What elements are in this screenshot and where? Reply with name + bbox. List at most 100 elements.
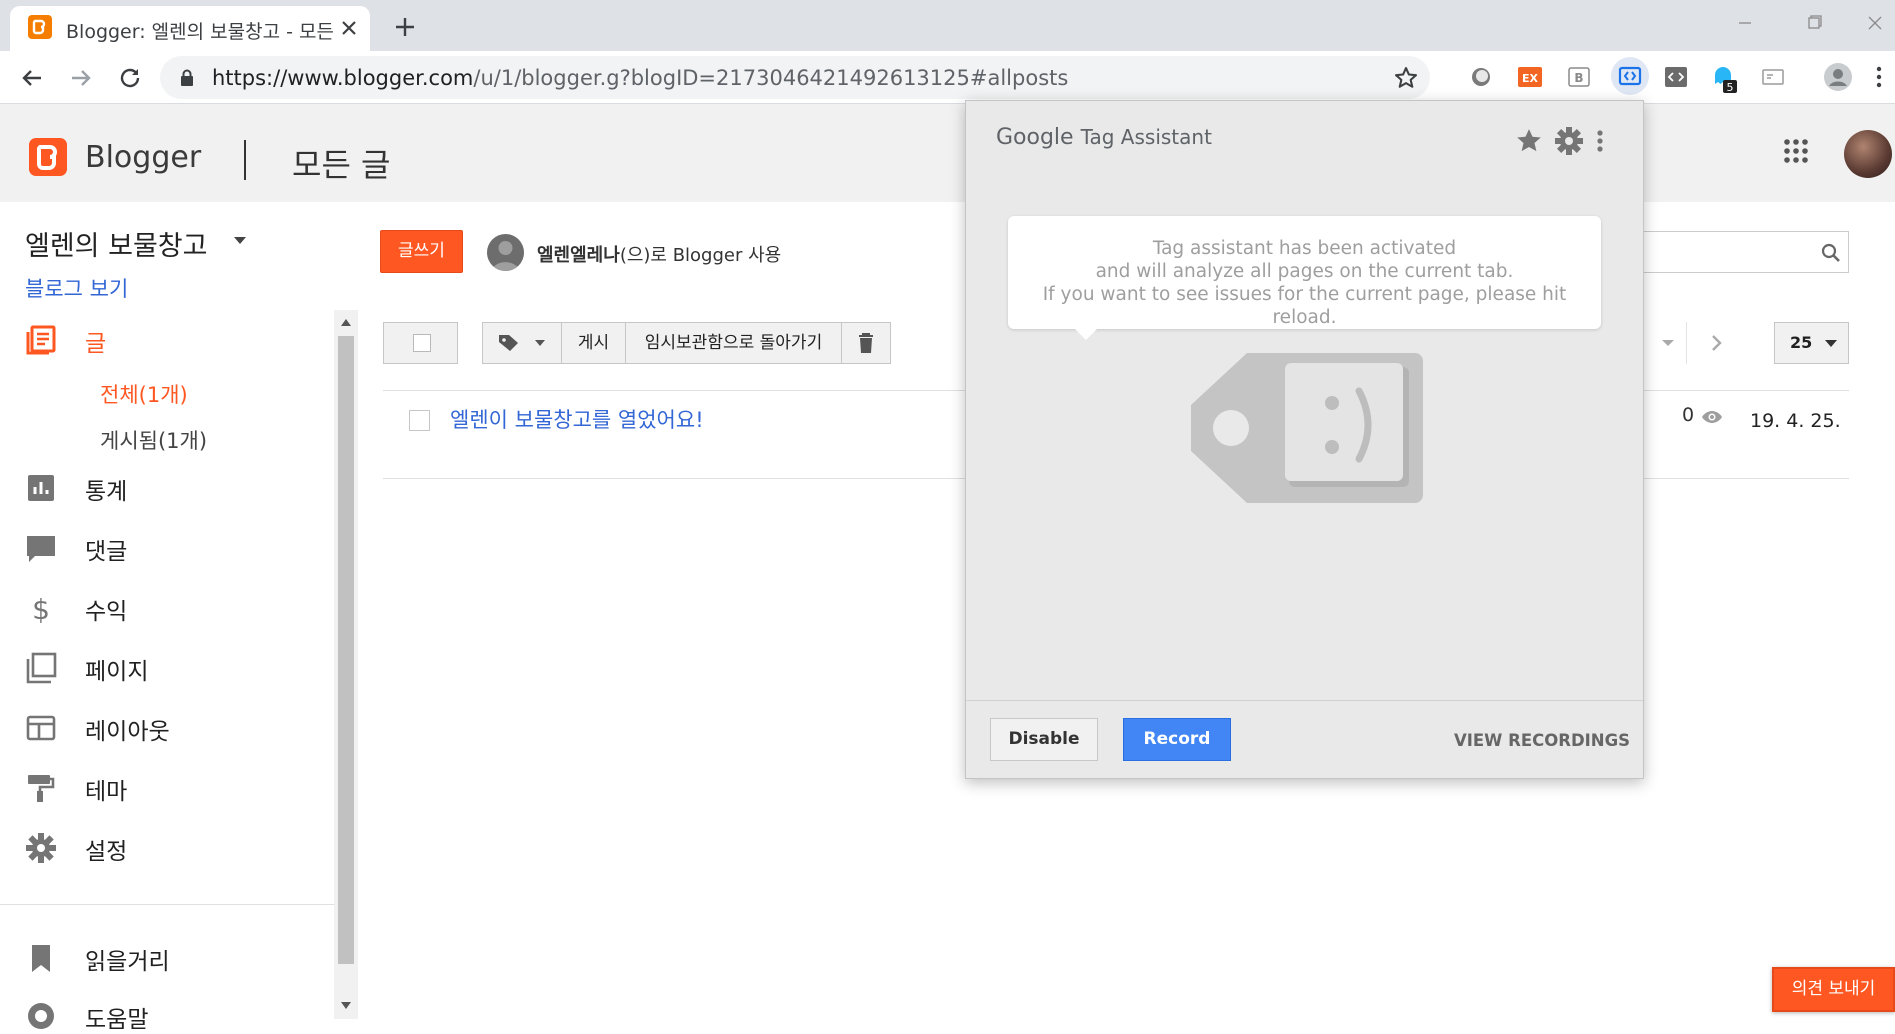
help-icon <box>25 1000 57 1032</box>
settings-gear-icon[interactable] <box>1553 125 1585 157</box>
sidebar-item-label: 테마 <box>85 779 128 805</box>
sidebar-scrollbar[interactable] <box>334 310 358 1019</box>
tab-close-icon[interactable] <box>337 16 361 40</box>
posts-per-page-select[interactable]: 25 <box>1774 322 1849 364</box>
svg-text:$: $ <box>32 593 50 624</box>
scroll-up-icon[interactable] <box>341 319 351 326</box>
back-arrow-icon[interactable] <box>17 63 47 93</box>
svg-text:EX: EX <box>1522 72 1539 85</box>
caret-down-icon <box>1825 340 1837 347</box>
search-posts-input[interactable] <box>1630 231 1849 273</box>
sidebar-item-label: 도움말 <box>85 1007 149 1033</box>
scroll-down-icon[interactable] <box>341 1002 351 1009</box>
layout-icon <box>25 712 57 744</box>
tag-illustration-icon <box>1189 351 1423 503</box>
sidebar-item-label: 댓글 <box>85 539 128 565</box>
extension-code-icon[interactable] <box>1663 64 1689 90</box>
sidebar-item-label: 읽을거리 <box>85 949 170 975</box>
message-line: and will analyze all pages on the curren… <box>1095 261 1514 282</box>
star-icon[interactable] <box>1514 126 1544 156</box>
restore-icon[interactable] <box>1797 8 1833 38</box>
sidebar-subitem-all[interactable]: 전체(1개) <box>100 379 188 409</box>
url-text[interactable]: https://www.blogger.com/u/1/blogger.g?bl… <box>212 66 1068 90</box>
blog-name-selector[interactable]: 엘렌의 보물창고 <box>25 224 207 263</box>
paint-roller-icon <box>25 772 57 804</box>
extension-window-icon[interactable] <box>1760 64 1786 90</box>
next-page-icon[interactable] <box>1686 322 1748 364</box>
blogger-logo-icon[interactable] <box>29 138 67 176</box>
sidebar-subitem-published[interactable]: 게시됨(1개) <box>100 425 207 455</box>
record-button[interactable]: Record <box>1123 718 1231 761</box>
new-tab-icon[interactable] <box>390 12 420 42</box>
extension-badge-count: 5 <box>1727 81 1734 94</box>
sidebar-item-label: 통계 <box>85 479 128 505</box>
caret-down-icon <box>535 340 545 346</box>
message-tail <box>1074 328 1098 340</box>
search-icon[interactable] <box>1821 243 1841 263</box>
account-avatar[interactable] <box>1844 130 1892 178</box>
user-avatar[interactable] <box>487 234 524 271</box>
forward-arrow-icon[interactable] <box>66 63 96 93</box>
using-blogger-as: 엘렌엘레나(으)로 Blogger 사용 <box>537 241 781 267</box>
scrollbar-thumb[interactable] <box>338 336 354 964</box>
send-feedback-button[interactable]: 의견 보내기 <box>1772 967 1895 1012</box>
sidebar-item-label: 레이아웃 <box>85 719 170 745</box>
browser-tab[interactable]: Blogger: 엘렌의 보물창고 - 모든 <box>10 6 370 51</box>
address-bar[interactable]: https://www.blogger.com/u/1/blogger.g?bl… <box>160 56 1430 99</box>
url-path: /u/1/blogger.g?blogID=217304642149261312… <box>473 66 1069 90</box>
lock-icon[interactable] <box>180 69 194 86</box>
gear-icon <box>25 832 57 864</box>
apps-grid-icon[interactable] <box>1783 138 1809 164</box>
view-recordings-link[interactable]: VIEW RECORDINGS <box>1454 731 1630 750</box>
caret-down-icon[interactable] <box>234 237 246 245</box>
message-line: If you want to see issues for the curren… <box>1042 284 1567 328</box>
new-post-button[interactable]: 글쓰기 <box>380 230 463 273</box>
activation-message: Tag assistant has been activated and wil… <box>1008 216 1601 329</box>
revert-to-draft-button[interactable]: 임시보관함으로 돌아가기 <box>625 322 842 364</box>
tag-assistant-wordmark: Tag Assistant <box>1080 125 1212 149</box>
dollar-icon: $ <box>25 592 57 624</box>
extension-circle-icon[interactable] <box>1468 64 1494 90</box>
stats-icon <box>25 472 57 504</box>
browser-menu-icon[interactable] <box>1875 64 1883 90</box>
disable-button[interactable]: Disable <box>990 718 1098 761</box>
popup-footer-divider <box>966 700 1643 701</box>
select-all-checkbox[interactable] <box>383 322 458 364</box>
reload-icon[interactable] <box>115 63 145 93</box>
user-name: 엘렌엘레나 <box>537 245 620 266</box>
tag-assistant-popup: Google Tag Assistant Tag assistant has b… <box>965 100 1644 779</box>
more-vert-icon[interactable] <box>1596 127 1604 155</box>
label-button[interactable] <box>482 322 562 364</box>
tab-title: Blogger: 엘렌의 보물창고 - 모든 <box>66 21 334 43</box>
sidebar-item-label: 수익 <box>85 599 128 625</box>
extension-ex-icon[interactable]: EX <box>1517 64 1543 90</box>
tag-assistant-logo: Google Tag Assistant <box>996 125 1212 150</box>
post-view-count: 0 <box>1682 404 1695 426</box>
per-page-value: 25 <box>1790 333 1813 352</box>
posts-icon <box>25 324 57 356</box>
publish-button[interactable]: 게시 <box>561 322 626 364</box>
brand-name[interactable]: Blogger <box>85 140 201 175</box>
extension-ghost-icon[interactable]: 5 <box>1710 64 1737 94</box>
message-line: Tag assistant has been activated <box>1152 238 1457 259</box>
post-date: 19. 4. 25. <box>1750 410 1841 432</box>
tag-assistant-extension-icon[interactable] <box>1611 57 1649 95</box>
comment-icon <box>25 532 57 564</box>
pages-icon <box>25 652 57 684</box>
pager-dropdown-icon[interactable] <box>1650 322 1686 364</box>
post-title-link[interactable]: 엘렌이 보물창고를 열었어요! <box>450 404 704 434</box>
bookmark-star-icon[interactable] <box>1393 65 1419 91</box>
post-row-checkbox[interactable] <box>409 410 430 431</box>
extension-b-icon[interactable]: B <box>1566 64 1592 90</box>
using-blogger-suffix: (으)로 Blogger 사용 <box>619 245 782 266</box>
browser-toolbar: https://www.blogger.com/u/1/blogger.g?bl… <box>0 51 1895 104</box>
google-wordmark: Google <box>996 125 1074 150</box>
profile-icon[interactable] <box>1823 62 1853 92</box>
header-divider <box>244 140 246 180</box>
delete-button[interactable] <box>841 322 891 364</box>
checkbox[interactable] <box>413 334 431 352</box>
view-blog-link[interactable]: 블로그 보기 <box>25 273 128 303</box>
minimize-icon[interactable] <box>1727 8 1763 38</box>
page-title: 모든 글 <box>292 146 391 184</box>
window-close-icon[interactable] <box>1857 8 1893 38</box>
